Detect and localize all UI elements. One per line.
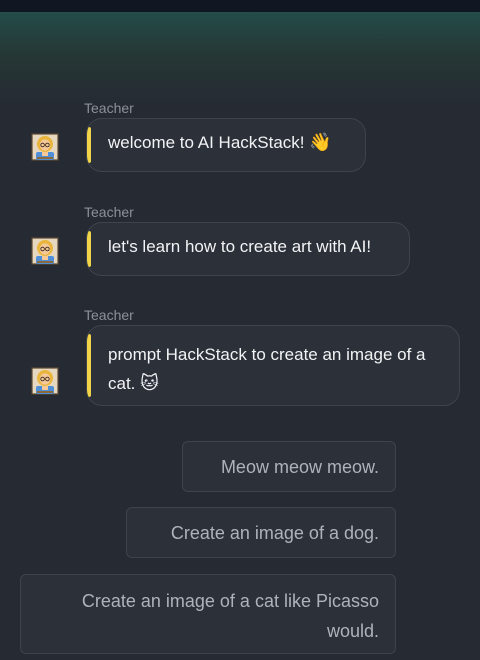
choice-button-meow[interactable]: Meow meow meow.: [182, 441, 396, 492]
message-bubble: let's learn how to create art with AI!: [86, 222, 410, 276]
choice-button-picasso-cat[interactable]: Create an image of a cat like Picasso wo…: [20, 574, 396, 654]
bubble-accent: [87, 334, 91, 397]
message-text: welcome to AI HackStack!: [108, 133, 305, 152]
message-bubble: welcome to AI HackStack! 👋: [86, 118, 366, 172]
message-text: let's learn how to create art with AI!: [108, 237, 372, 256]
message-sender: Teacher: [84, 100, 134, 116]
header-gradient: [0, 12, 480, 108]
teacher-avatar-icon: [30, 133, 60, 161]
bubble-accent: [87, 127, 91, 163]
message-sender: Teacher: [84, 307, 134, 323]
chat-message: Teacher welcome to AI HackStack! 👋: [0, 100, 480, 175]
waving-hand-icon: 👋: [309, 132, 332, 152]
teacher-avatar-icon: [30, 367, 60, 395]
bubble-accent: [87, 231, 91, 267]
message-sender: Teacher: [84, 204, 134, 220]
chat-message: Teacher let's learn how to create art wi…: [0, 204, 480, 279]
chat-message: Teacher prompt HackStack to create an im…: [0, 307, 480, 411]
cat-face-icon: 🐱: [140, 373, 159, 393]
message-bubble: prompt HackStack to create an image of a…: [86, 325, 460, 406]
choice-button-dog[interactable]: Create an image of a dog.: [126, 507, 396, 558]
choice-label: Meow meow meow.: [220, 457, 379, 477]
choice-label: Create an image of a dog.: [170, 523, 379, 543]
status-bar: [0, 0, 480, 12]
choice-label: Create an image of a cat like Picasso wo…: [81, 591, 379, 641]
teacher-avatar-icon: [30, 237, 60, 265]
